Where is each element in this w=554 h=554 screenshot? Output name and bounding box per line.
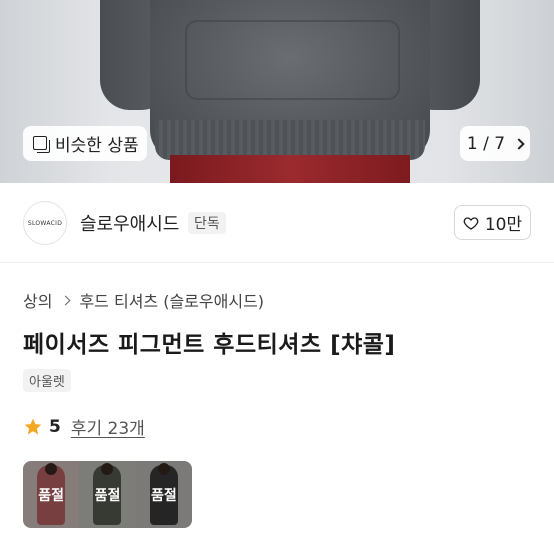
shop-logo-text: SLOWACID bbox=[27, 219, 63, 227]
image-hem bbox=[155, 120, 425, 160]
outlet-tag: 아울렛 bbox=[23, 369, 71, 392]
chevron-right-icon bbox=[61, 295, 71, 305]
color-option-thumbnail[interactable]: 품절 bbox=[23, 461, 80, 528]
product-title: 페이서즈 피그먼트 후드티셔츠 [챠콜] bbox=[23, 332, 396, 358]
image-pants bbox=[170, 155, 410, 183]
sold-out-label: 품절 bbox=[38, 487, 65, 504]
like-count: 10만 bbox=[484, 215, 523, 235]
star-icon bbox=[24, 418, 42, 434]
similar-items-icon bbox=[33, 135, 50, 153]
breadcrumb-category[interactable]: 상의 bbox=[23, 288, 52, 312]
shop-row: SLOWACID 슬로우애시드 단독 10만 bbox=[0, 183, 554, 263]
similar-items-label: 비슷한 상품 bbox=[55, 136, 139, 156]
rating-row: 5 후기 23개 bbox=[23, 414, 145, 439]
chevron-right-icon bbox=[513, 137, 525, 150]
image-pager-button[interactable]: 1 / 7 bbox=[460, 126, 530, 161]
similar-items-button[interactable]: 비슷한 상품 bbox=[23, 126, 147, 161]
breadcrumb: 상의 후드 티셔츠 (슬로우애시드) bbox=[23, 288, 264, 312]
breadcrumb-subcategory[interactable]: 후드 티셔츠 (슬로우애시드) bbox=[79, 288, 264, 312]
image-pocket bbox=[185, 20, 400, 100]
image-pager-count: 1 / 7 bbox=[466, 133, 506, 154]
color-options: 품절 품절 품절 bbox=[23, 461, 192, 528]
sold-out-label: 품절 bbox=[150, 487, 177, 504]
heart-icon bbox=[463, 216, 479, 230]
shop-name-link[interactable]: 슬로우애시드 bbox=[80, 210, 179, 236]
exclusive-badge: 단독 bbox=[188, 212, 226, 234]
color-option-thumbnail[interactable]: 품절 bbox=[135, 461, 192, 528]
reviews-link[interactable]: 후기 23개 bbox=[71, 414, 145, 439]
product-image[interactable]: 비슷한 상품 1 / 7 bbox=[0, 0, 554, 183]
sold-out-label: 품절 bbox=[94, 487, 121, 504]
shop-logo[interactable]: SLOWACID bbox=[23, 201, 67, 245]
color-option-thumbnail[interactable]: 품절 bbox=[79, 461, 136, 528]
like-button[interactable]: 10만 bbox=[454, 205, 531, 240]
rating-score: 5 bbox=[49, 416, 61, 437]
